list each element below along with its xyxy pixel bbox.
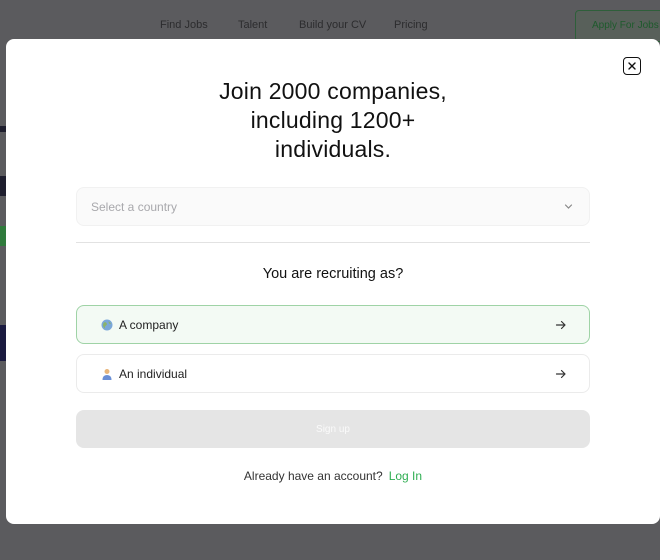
modal-headline: Join 2000 companies, including 1200+ ind… <box>6 77 660 164</box>
headline-line-1: Join 2000 companies, <box>219 78 447 104</box>
globe-icon <box>101 319 113 331</box>
person-icon <box>102 369 112 380</box>
option-individual[interactable]: An individual <box>76 354 590 393</box>
login-link[interactable]: Log In <box>389 469 422 483</box>
login-prompt: Already have an account? <box>243 469 383 483</box>
nav-link-pricing: Pricing <box>394 19 428 31</box>
country-select[interactable]: Select a country <box>76 187 590 226</box>
country-select-placeholder: Select a country <box>91 200 178 214</box>
close-button[interactable] <box>623 57 641 75</box>
headline-line-3: individuals. <box>274 136 392 162</box>
nav-link-build-cv: Build your CV <box>299 19 367 31</box>
sign-up-button[interactable]: Sign up <box>76 410 590 448</box>
chevron-down-icon <box>564 204 573 209</box>
option-individual-label: An individual <box>119 367 188 381</box>
arrow-right-icon <box>555 320 566 330</box>
divider <box>76 242 590 243</box>
arrow-right-icon <box>555 369 566 379</box>
close-icon <box>628 62 636 70</box>
option-company-label: A company <box>119 318 179 332</box>
signup-modal: Join 2000 companies, including 1200+ ind… <box>6 39 660 524</box>
option-company[interactable]: A company <box>76 305 590 344</box>
nav-link-find-jobs: Find Jobs <box>160 19 208 31</box>
headline-line-2: including 1200+ <box>250 107 416 133</box>
login-row: Already have an account? Log In <box>6 469 660 483</box>
recruiting-question: You are recruiting as? <box>262 266 404 282</box>
nav-link-talent: Talent <box>238 19 268 31</box>
apply-for-jobs-button: Apply For Jobs <box>575 10 660 42</box>
